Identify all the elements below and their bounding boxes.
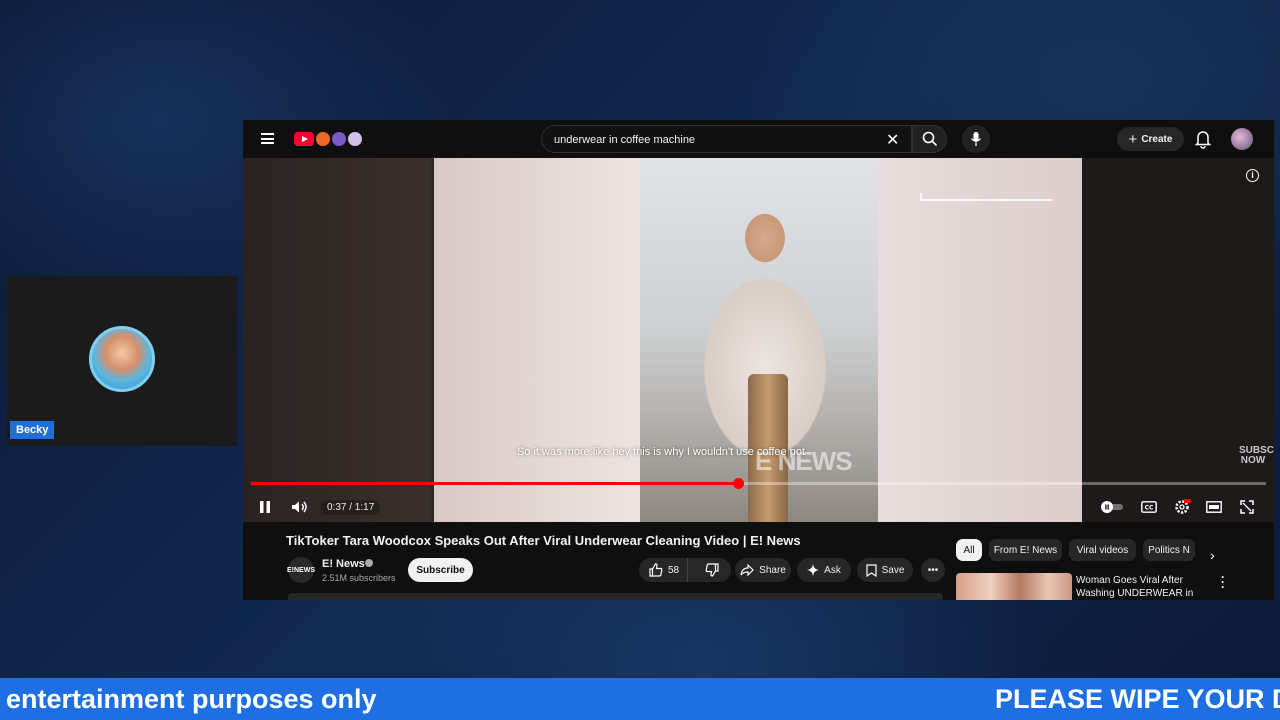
progress-played	[251, 482, 739, 485]
dislike-button[interactable]	[693, 558, 731, 582]
info-icon[interactable]: i	[1246, 169, 1259, 182]
save-button[interactable]: Save	[857, 558, 913, 582]
plus-icon: +	[1128, 130, 1138, 148]
channel-name[interactable]: E! News	[322, 558, 365, 570]
webcam-panel: Becky	[7, 276, 237, 446]
chip-from-channel[interactable]: From E! News	[989, 539, 1062, 561]
thumbs-up-icon	[649, 563, 663, 577]
create-label: Create	[1141, 133, 1173, 145]
more-actions-button[interactable]: •••	[921, 558, 945, 582]
chip-viral-videos[interactable]: Viral videos	[1069, 539, 1136, 561]
verified-badge-icon	[365, 559, 373, 567]
streamer-name-label: Becky	[10, 421, 55, 439]
sparkle-icon	[807, 564, 820, 576]
youtube-logo[interactable]	[294, 131, 364, 147]
fullscreen-button[interactable]	[1236, 496, 1258, 518]
share-icon	[740, 564, 755, 576]
video-title: TikToker Tara Woodcox Speaks Out After V…	[286, 533, 801, 548]
kebab-menu-icon[interactable]: · · ·	[1221, 571, 1225, 593]
subscriber-count: 2.51M subscribers	[322, 573, 396, 583]
player-controls: 0:37 / 1:17 CC	[243, 492, 1274, 522]
ticker-text-right: PLEASE WIPE YOUR DI	[995, 684, 1280, 714]
channel-avatar[interactable]: E!NEWS	[287, 557, 315, 583]
subscribe-button[interactable]: Subscribe	[408, 558, 473, 582]
microphone-icon	[970, 132, 982, 146]
share-button[interactable]: Share	[735, 558, 791, 582]
fullscreen-icon	[1240, 500, 1254, 514]
search-input[interactable]	[552, 130, 886, 150]
recommended-video-thumbnail[interactable]	[956, 573, 1072, 600]
ticker-banner: entertainment purposes only PLEASE WIPE …	[0, 678, 1280, 720]
youtube-topbar: ✕ + Create	[243, 120, 1274, 158]
youtube-window: ✕ + Create	[243, 120, 1274, 600]
recommended-video-title[interactable]: Woman Goes Viral After Washing UNDERWEAR…	[1076, 574, 1216, 600]
search-button[interactable]	[912, 125, 947, 153]
thumbs-down-icon	[705, 563, 719, 577]
notifications-bell-icon[interactable]	[1194, 129, 1212, 149]
video-player[interactable]: E NEWS So it was more like hey this is w…	[243, 158, 1274, 522]
more-horizontal-icon: •••	[927, 564, 939, 576]
ask-label: Ask	[824, 564, 841, 576]
chip-all[interactable]: All	[956, 539, 982, 561]
pause-button[interactable]	[256, 496, 274, 518]
video-overlay-graphic	[920, 193, 1052, 201]
search-icon	[922, 131, 937, 147]
save-label: Save	[881, 564, 905, 576]
streamer-avatar	[89, 326, 155, 392]
like-count: 58	[668, 564, 680, 576]
clear-search-icon[interactable]: ✕	[886, 130, 899, 150]
like-dislike-group: 58	[639, 558, 731, 582]
doodle-icon	[332, 132, 346, 146]
closed-captions-icon: CC	[1141, 501, 1157, 513]
subscribe-now-watermark: SUBSCRIBE NOW	[1239, 445, 1274, 466]
description-box[interactable]	[288, 593, 943, 600]
like-button[interactable]: 58	[639, 558, 688, 582]
miniplayer-button[interactable]	[1203, 496, 1225, 518]
ticker-text-left: entertainment purposes only	[6, 684, 377, 714]
search-box: ✕	[541, 125, 912, 153]
bookmark-icon	[865, 563, 877, 577]
miniplayer-icon	[1206, 501, 1222, 513]
pause-icon	[260, 501, 270, 513]
captions-button[interactable]: CC	[1138, 496, 1160, 518]
ask-button[interactable]: Ask	[797, 558, 851, 582]
settings-gear-icon	[1175, 499, 1191, 514]
doodle-icon	[316, 132, 330, 146]
menu-icon[interactable]	[261, 133, 274, 144]
autoplay-toggle-icon	[1101, 501, 1123, 513]
account-avatar[interactable]	[1231, 128, 1253, 150]
svg-text:CC: CC	[1145, 505, 1154, 512]
voice-search-button[interactable]	[962, 125, 990, 153]
youtube-logo-icon	[294, 132, 314, 146]
create-button[interactable]: + Create	[1117, 127, 1184, 151]
doodle-icon	[348, 132, 362, 146]
video-caption: So it was more like hey this is why I wo…	[516, 446, 806, 458]
time-display: 0:37 / 1:17	[321, 500, 381, 515]
progress-bar[interactable]	[251, 478, 1266, 489]
share-label: Share	[759, 564, 786, 576]
volume-icon	[292, 501, 307, 513]
autoplay-toggle[interactable]	[1100, 496, 1124, 518]
chevron-right-icon[interactable]: ›	[1210, 547, 1215, 563]
volume-button[interactable]	[289, 496, 311, 518]
settings-button[interactable]	[1170, 496, 1194, 518]
chip-politics[interactable]: Politics N	[1143, 539, 1195, 561]
